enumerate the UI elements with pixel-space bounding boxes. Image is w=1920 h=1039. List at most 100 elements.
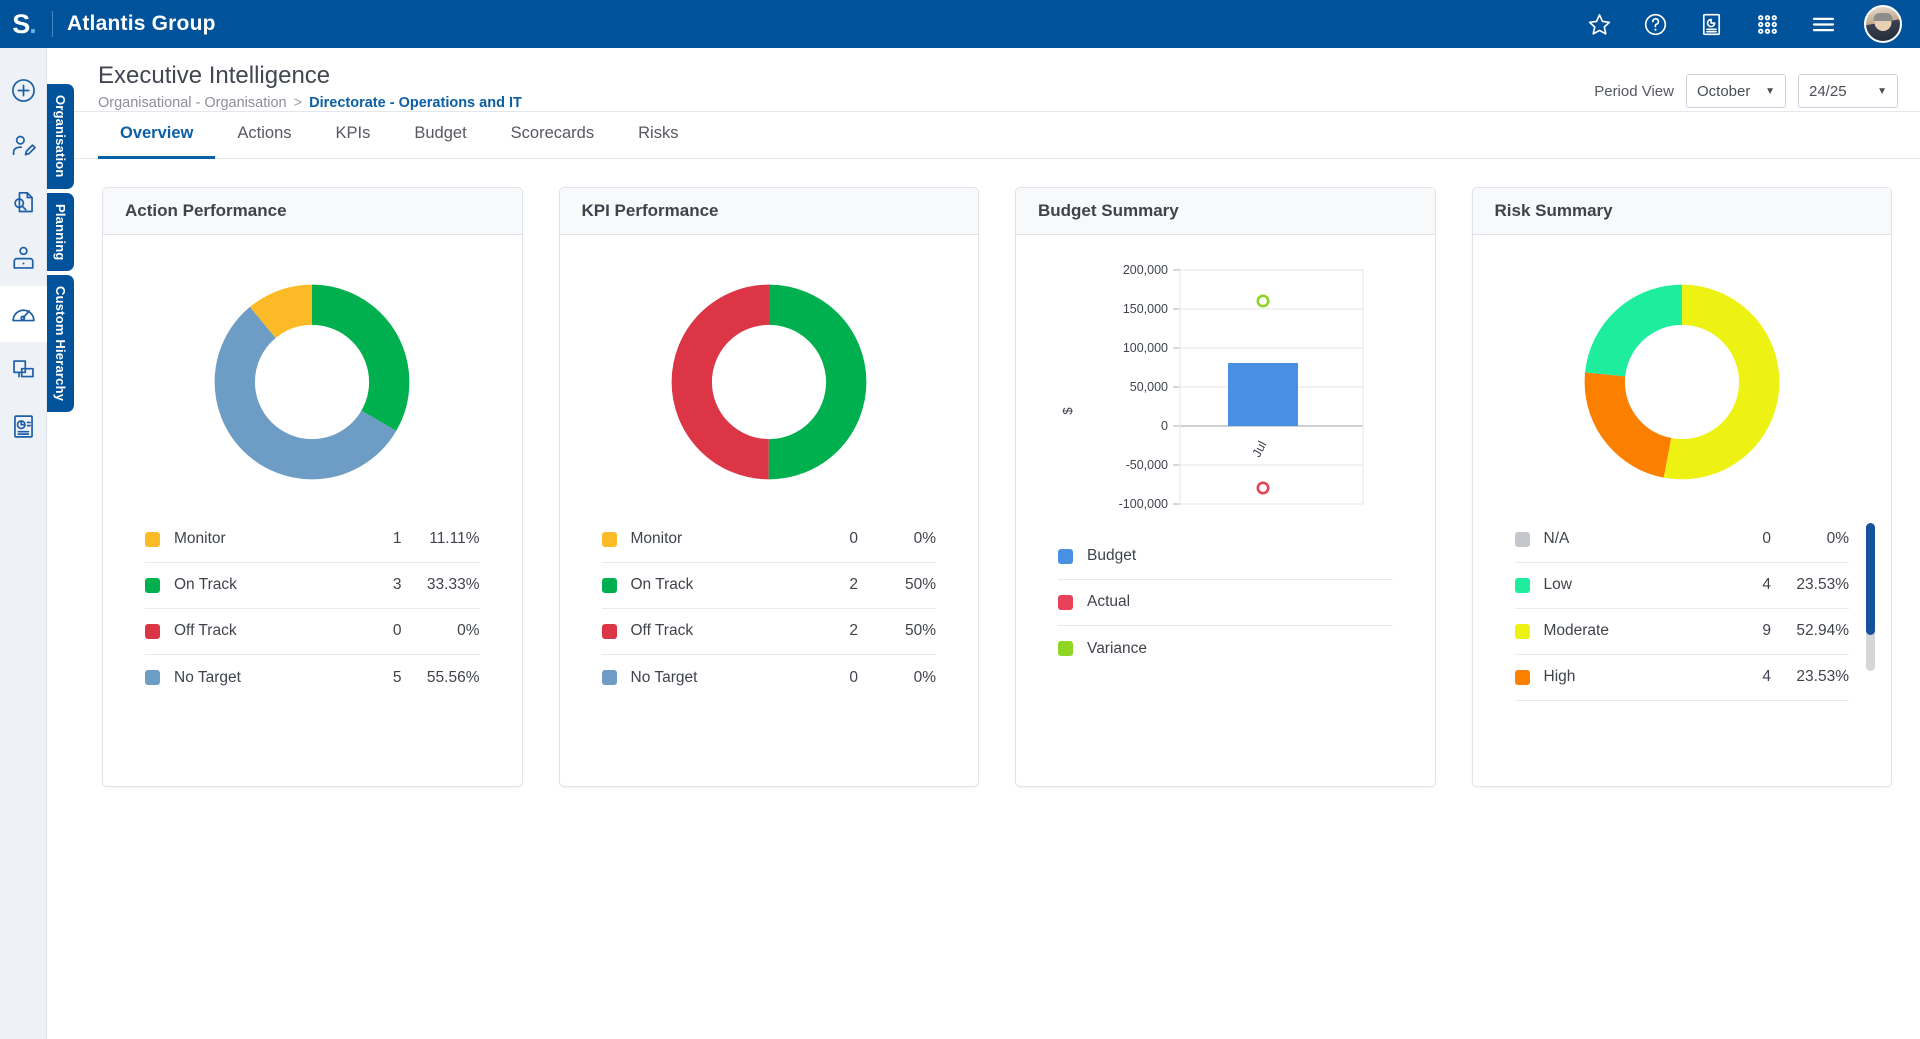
vtab-planning[interactable]: Planning <box>47 192 74 272</box>
legend-percent: 50% <box>904 622 936 640</box>
legend-count: 4 <box>1762 668 1771 686</box>
tab-scorecards[interactable]: Scorecards <box>489 112 616 159</box>
legend-label: On Track <box>174 576 237 594</box>
breadcrumb-current[interactable]: Directorate - Operations and IT <box>309 95 522 111</box>
vtab-organisation[interactable]: Organisation <box>47 84 74 189</box>
budget-bar[interactable] <box>1228 362 1299 426</box>
legend-row[interactable]: Variance <box>1058 626 1393 672</box>
legend-swatch <box>601 623 617 639</box>
y-tick-label: 0 <box>1161 419 1168 433</box>
vtab-custom-hierarchy[interactable]: Custom Hierarchy <box>47 275 74 413</box>
legend-swatch <box>601 670 617 686</box>
period-view-controls: Period View October ▼ 24/25 ▼ <box>1594 62 1920 108</box>
y-tick-label: 50,000 <box>1130 380 1168 394</box>
period-month-value: October <box>1697 82 1751 100</box>
user-desk-icon[interactable] <box>0 230 47 286</box>
card-body-action-performance: Monitor 1 11.11% On Track 3 33.33% Off T… <box>103 235 522 786</box>
breadcrumb-root[interactable]: Organisational - Organisation <box>98 95 287 111</box>
period-view-label: Period View <box>1594 82 1674 100</box>
legend-row[interactable]: No Target 5 55.56% <box>145 655 480 701</box>
y-tick-label: -50,000 <box>1126 458 1168 472</box>
legend-swatch <box>145 623 160 639</box>
budget-summary-bar-chart: $ 200,000 150,000 100,000 50,000 0 -50,0… <box>1016 247 1435 534</box>
donut-risk <box>1584 284 1780 480</box>
legend-row[interactable]: Monitor 0 0% <box>601 517 936 563</box>
card-body-kpi-performance: Monitor 0 0% On Track 2 50% Off Track 2 … <box>560 235 979 786</box>
legend-label: Actual <box>1087 593 1131 611</box>
legend-label: Moderate <box>1543 622 1609 640</box>
legend-row[interactable]: Off Track 0 0% <box>145 609 480 655</box>
legend-count: 0 <box>1762 530 1771 548</box>
legend-count: 2 <box>849 622 858 640</box>
top-bar: S. Atlantis Group <box>0 0 1920 48</box>
legend-row[interactable]: No Target 0 0% <box>601 655 936 701</box>
legend-row[interactable]: Moderate 9 52.94% <box>1514 609 1849 655</box>
legend-swatch <box>1514 669 1530 685</box>
body-wrapper: Organisation Planning Custom Hierarchy E… <box>0 48 1920 1039</box>
risk-legend-scrollbar-thumb[interactable] <box>1866 522 1875 635</box>
app-logo-letter: S <box>12 8 30 39</box>
card-title-risk-summary: Risk Summary <box>1472 187 1891 235</box>
actual-marker[interactable] <box>1256 481 1270 495</box>
edit-user-icon[interactable] <box>0 118 47 174</box>
tab-risks[interactable]: Risks <box>616 112 700 159</box>
card-risk-summary: Risk Summary N/A 0 0% Low 4 23.53% Moder… <box>1471 186 1892 787</box>
legend-percent: 0% <box>457 622 480 640</box>
period-month-select[interactable]: October ▼ <box>1686 74 1786 108</box>
budget-summary-legend: Budget Actual Variance <box>1016 534 1435 672</box>
star-icon[interactable] <box>1584 9 1614 39</box>
legend-row[interactable]: On Track 3 33.33% <box>145 563 480 609</box>
tab-kpis[interactable]: KPIs <box>314 112 393 159</box>
legend-swatch <box>1514 531 1530 547</box>
period-year-select[interactable]: 24/25 ▼ <box>1798 74 1898 108</box>
legend-count: 1 <box>392 530 402 548</box>
legend-label: Low <box>1543 576 1572 594</box>
legend-swatch <box>1058 548 1073 564</box>
legend-row[interactable]: Monitor 1 11.11% <box>145 517 480 563</box>
legend-count: 0 <box>849 668 858 686</box>
user-avatar[interactable] <box>1864 5 1902 43</box>
y-tick-label: 200,000 <box>1123 263 1168 277</box>
tab-actions[interactable]: Actions <box>215 112 313 159</box>
legend-count: 2 <box>849 576 858 594</box>
legend-percent: 23.53% <box>1796 668 1849 686</box>
y-tick-label: 150,000 <box>1123 302 1168 316</box>
legend-percent: 0% <box>913 668 936 686</box>
kpi-performance-legend: Monitor 0 0% On Track 2 50% Off Track 2 … <box>560 517 979 701</box>
page-title: Executive Intelligence <box>98 62 331 89</box>
page-tabs: Overview Actions KPIs Budget Scorecards … <box>74 112 1920 159</box>
legend-row[interactable]: N/A 0 0% <box>1514 517 1849 563</box>
legend-label: N/A <box>1543 530 1570 548</box>
report-icon[interactable] <box>1696 9 1726 39</box>
page-header: Executive Intelligence Organisational - … <box>74 48 1920 112</box>
tab-overview[interactable]: Overview <box>98 112 216 159</box>
card-body-risk-summary: N/A 0 0% Low 4 23.53% Moderate 9 52.94% … <box>1473 235 1892 786</box>
card-title-budget-summary: Budget Summary <box>1016 187 1435 235</box>
legend-row[interactable]: Budget <box>1058 534 1393 580</box>
report-page-icon[interactable] <box>0 398 47 454</box>
gauge-icon[interactable] <box>0 286 47 342</box>
chevron-down-icon: ▼ <box>1765 85 1775 97</box>
legend-row[interactable]: Actual <box>1058 580 1393 626</box>
risk-legend-scrollbar[interactable] <box>1866 522 1875 671</box>
legend-row[interactable]: Off Track 2 50% <box>601 609 936 655</box>
hamburger-menu-icon[interactable] <box>1808 9 1838 39</box>
layers-icon[interactable] <box>0 342 47 398</box>
tab-budget[interactable]: Budget <box>392 112 488 159</box>
risk-summary-donut-chart <box>1473 247 1892 517</box>
app-logo[interactable]: S. <box>0 0 48 48</box>
apps-grid-icon[interactable] <box>1752 9 1782 39</box>
chevron-down-icon: ▼ <box>1877 85 1887 97</box>
action-performance-donut-chart <box>103 247 522 517</box>
variance-marker[interactable] <box>1256 294 1270 308</box>
legend-swatch <box>1514 577 1530 593</box>
card-body-budget-summary: $ 200,000 150,000 100,000 50,000 0 -50,0… <box>1016 235 1435 786</box>
legend-percent: 52.94% <box>1796 622 1849 640</box>
document-search-icon[interactable] <box>0 174 47 230</box>
add-icon[interactable] <box>0 62 47 118</box>
help-icon[interactable] <box>1640 9 1670 39</box>
legend-row[interactable]: On Track 2 50% <box>601 563 936 609</box>
top-bar-actions <box>1584 5 1920 43</box>
legend-row[interactable]: Low 4 23.53% <box>1514 563 1849 609</box>
legend-row[interactable]: High 4 23.53% <box>1514 655 1849 701</box>
